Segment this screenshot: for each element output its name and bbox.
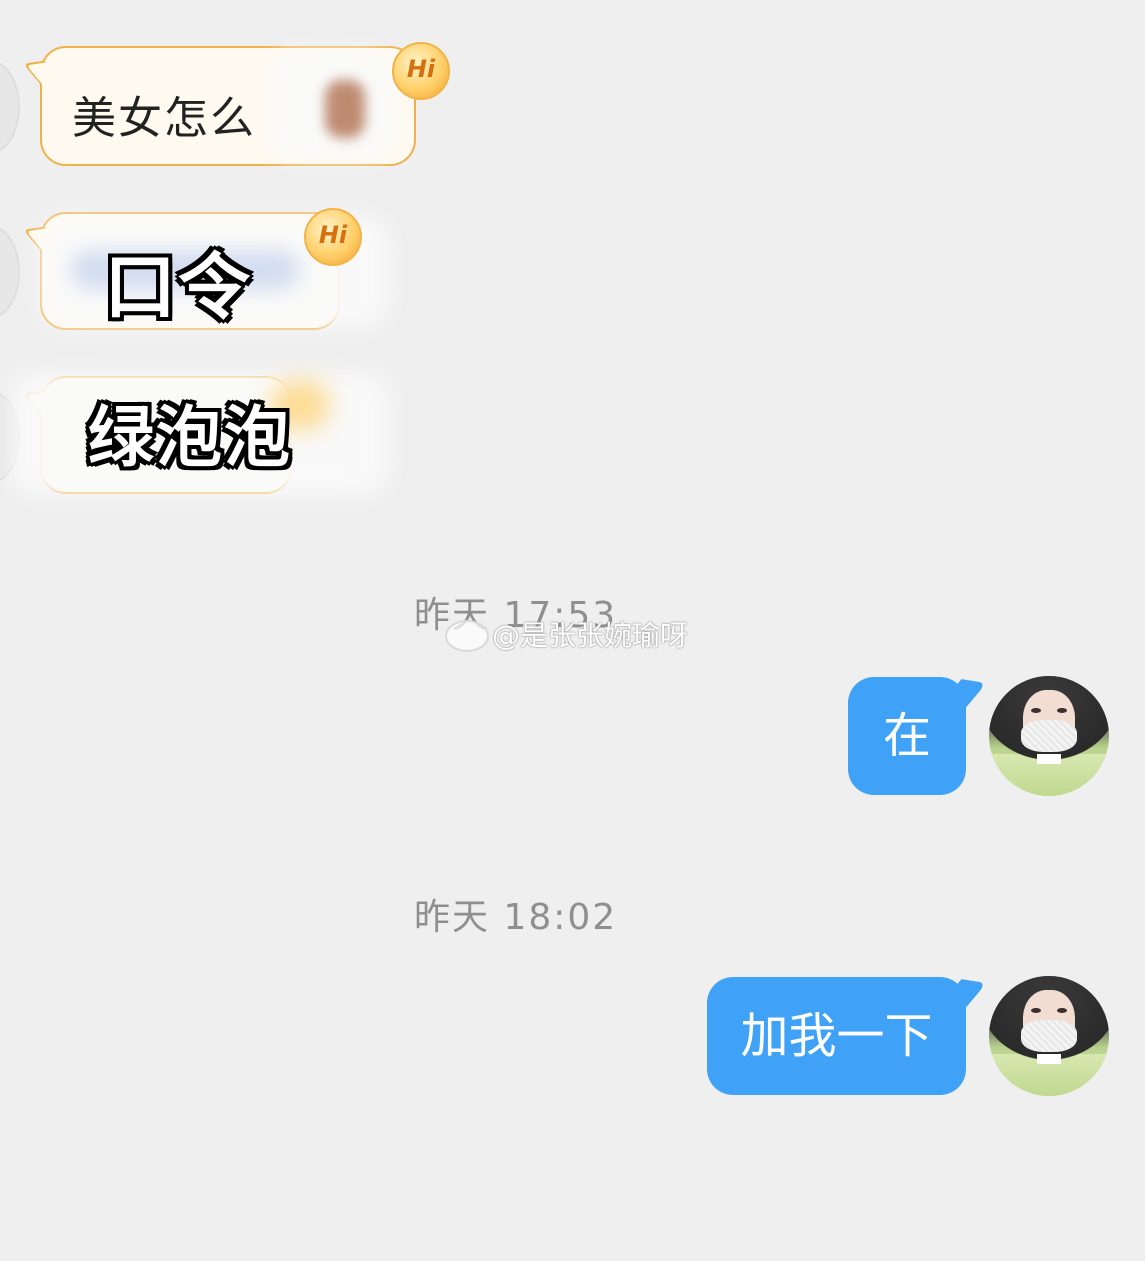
outgoing-message-bubble[interactable]: 加我一下	[707, 977, 966, 1095]
my-avatar[interactable]	[989, 676, 1109, 796]
outgoing-message-bubble[interactable]: 在	[848, 677, 966, 795]
sender-avatar[interactable]	[0, 60, 20, 154]
timestamp: 昨天 18:02	[414, 897, 618, 938]
redaction-blur	[325, 80, 365, 138]
hi-badge-icon: Hi	[392, 42, 450, 100]
incoming-message-text: 美女怎么	[72, 93, 256, 144]
sender-avatar[interactable]	[0, 225, 20, 319]
my-avatar[interactable]	[989, 976, 1109, 1096]
outgoing-message-text: 加我一下	[740, 1008, 933, 1064]
weibo-logo-icon	[445, 620, 489, 652]
redaction-overlay-label: 口令	[104, 245, 253, 329]
outgoing-message-text: 在	[882, 708, 931, 764]
watermark: @是张张婉瑜呀	[492, 619, 689, 652]
redaction-overlay-label: 绿泡泡	[88, 399, 292, 476]
hi-badge-icon: Hi	[304, 208, 362, 266]
